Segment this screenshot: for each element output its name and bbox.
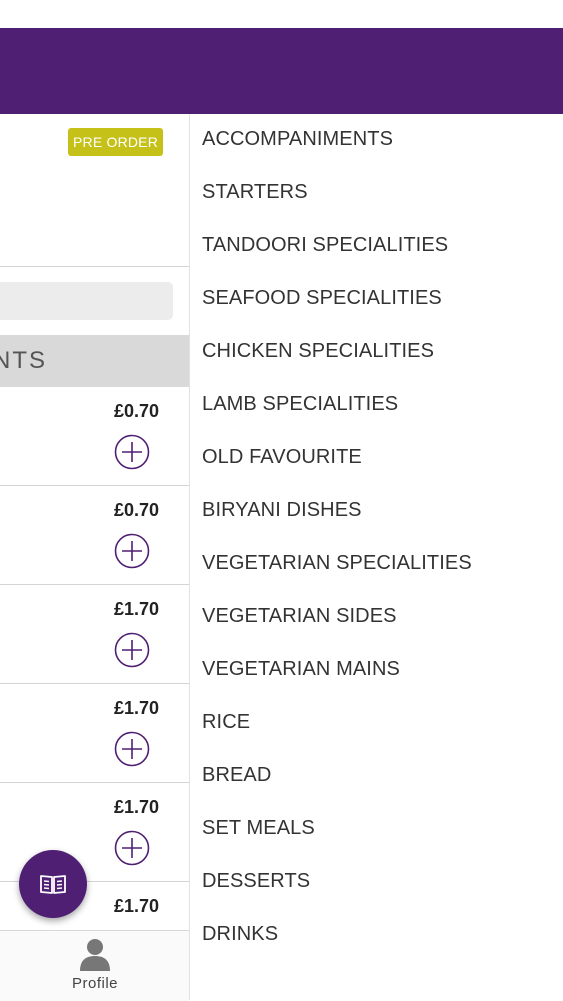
category-item-bread[interactable]: BREAD bbox=[202, 764, 271, 787]
category-item-rice[interactable]: RICE bbox=[202, 711, 250, 734]
section-header: NTS bbox=[0, 335, 189, 387]
category-item-tandoori-specialities[interactable]: TANDOORI SPECIALITIES bbox=[202, 234, 448, 257]
menu-fab-button[interactable] bbox=[19, 850, 87, 918]
category-item-lamb-specialities[interactable]: LAMB SPECIALITIES bbox=[202, 393, 398, 416]
add-item-button[interactable] bbox=[114, 434, 150, 470]
add-item-button[interactable] bbox=[114, 731, 150, 767]
category-item-chicken-specialities[interactable]: CHICKEN SPECIALITIES bbox=[202, 340, 434, 363]
section-title: NTS bbox=[0, 347, 47, 374]
menu-item-row: £1.70 bbox=[0, 684, 189, 783]
category-item-accompaniments[interactable]: ACCOMPANIMENTS bbox=[202, 128, 393, 151]
menu-item-row: £1.70 bbox=[0, 585, 189, 684]
profile-tab[interactable]: Profile bbox=[56, 935, 134, 995]
item-price: £1.70 bbox=[113, 797, 159, 817]
item-price: £0.70 bbox=[113, 500, 159, 520]
category-item-seafood-specialities[interactable]: SEAFOOD SPECIALITIES bbox=[202, 287, 442, 310]
item-price: £0.70 bbox=[113, 401, 159, 421]
add-item-button[interactable] bbox=[114, 533, 150, 569]
menu-book-icon bbox=[40, 875, 66, 894]
item-price: £1.70 bbox=[113, 599, 159, 619]
category-item-old-favourite[interactable]: OLD FAVOURITE bbox=[202, 446, 362, 469]
divider bbox=[0, 266, 189, 267]
item-price: £1.70 bbox=[113, 698, 159, 718]
header-bar bbox=[0, 28, 563, 114]
add-item-button[interactable] bbox=[114, 632, 150, 668]
category-item-vegetarian-specialities[interactable]: VEGETARIAN SPECIALITIES bbox=[202, 552, 472, 575]
category-item-drinks[interactable]: DRINKS bbox=[202, 923, 278, 946]
category-menu: ACCOMPANIMENTS STARTERS TANDOORI SPECIAL… bbox=[190, 114, 563, 1000]
bottom-nav: Profile bbox=[0, 930, 189, 1001]
menu-item-row: £0.70 bbox=[0, 486, 189, 585]
menu-item-row: £0.70 bbox=[0, 387, 189, 486]
category-item-desserts[interactable]: DESSERTS bbox=[202, 870, 310, 893]
pre-order-badge: PRE ORDER bbox=[68, 128, 164, 156]
profile-label: Profile bbox=[71, 975, 119, 992]
item-price: £1.70 bbox=[113, 896, 159, 916]
category-item-set-meals[interactable]: SET MEALS bbox=[202, 817, 315, 840]
category-item-vegetarian-mains[interactable]: VEGETARIAN MAINS bbox=[202, 658, 400, 681]
search-bar[interactable] bbox=[0, 282, 173, 320]
person-icon bbox=[80, 939, 110, 971]
category-item-vegetarian-sides[interactable]: VEGETARIAN SIDES bbox=[202, 605, 397, 628]
add-item-button[interactable] bbox=[114, 830, 150, 866]
category-item-starters[interactable]: STARTERS bbox=[202, 181, 308, 204]
category-item-biryani-dishes[interactable]: BIRYANI DISHES bbox=[202, 499, 362, 522]
